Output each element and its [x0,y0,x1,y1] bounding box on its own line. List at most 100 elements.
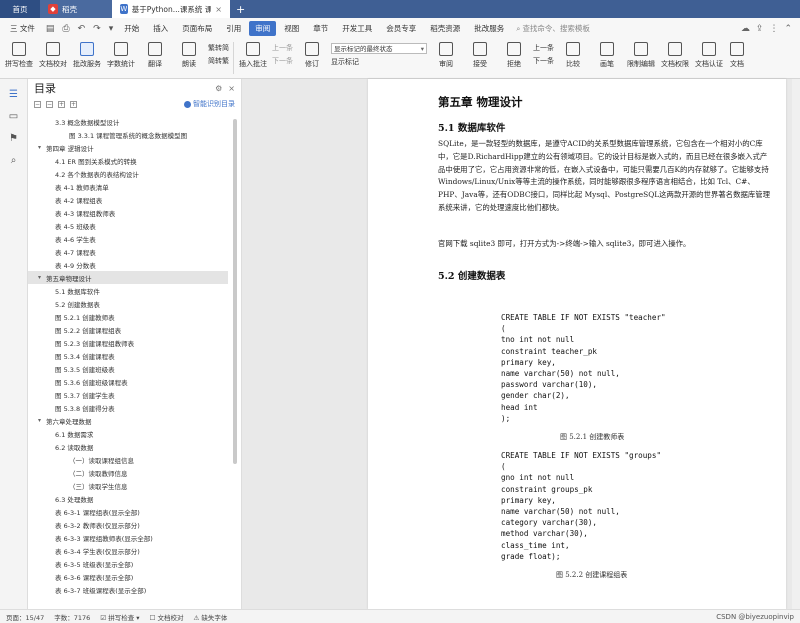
menu-section[interactable]: 章节 [307,21,334,36]
document-scrollbar[interactable] [792,79,800,609]
toc-item[interactable]: 6.2 读取数据 [28,440,228,453]
insert-comment-button[interactable]: 插入批注 [238,42,268,69]
tab-document[interactable]: W 基于Python...课系统 课程论文 × [112,0,230,18]
menu-reference[interactable]: 引用 [220,21,247,36]
toc-item[interactable]: 图 5.2.3 创建课程组教师表 [28,336,228,349]
chevron-down-icon[interactable]: ▾ [38,274,46,281]
toc-item[interactable]: 表 4-2 课程组表 [28,193,228,206]
promote-icon[interactable]: + [58,100,65,108]
menu-review[interactable]: 审阅 [249,21,277,36]
find-icon[interactable]: ⌕ [8,155,20,167]
file-menu[interactable]: 三 文件 [4,21,41,36]
new-tab-icon[interactable]: + [230,0,251,18]
spell-check-status[interactable]: ☑ 拼写检查 ▾ [100,612,139,622]
toc-item[interactable]: （二）读取教师信息 [28,466,228,479]
accept-button[interactable]: 接受 [465,42,495,69]
redo-icon[interactable]: ↷ [90,24,104,34]
document-permission-button[interactable]: 文档权限 [660,42,690,69]
toc-item[interactable]: 表 4-7 课程表 [28,245,228,258]
review-pane-button[interactable]: 审阅 [431,42,461,69]
toc-item[interactable]: （三）读取学生信息 [28,479,228,492]
toc-close-icon[interactable]: × [228,84,235,93]
translate-button[interactable]: 翻译 [140,42,170,69]
menu-correction[interactable]: 批改服务 [468,21,510,36]
toc-settings-icon[interactable]: ⚙ [215,84,222,93]
tab-home[interactable]: 首页 [0,0,40,18]
toc-item[interactable]: 表 6-3-7 班级课程表(显示全部) [28,583,228,596]
menu-developer[interactable]: 开发工具 [336,21,378,36]
spell-check-button[interactable]: 拼写检查 [4,42,34,69]
toc-item[interactable]: 图 5.2.1 创建教师表 [28,310,228,323]
toc-item[interactable]: 4.1 ER 图到关系模式的转换 [28,154,228,167]
toc-item[interactable]: 表 6-3-2 教师表(仅显示部分) [28,518,228,531]
document-certify-button[interactable]: 文档认证 [694,42,724,69]
simp-to-trad-button[interactable]: 简转繁 [208,56,229,66]
prev-comment-button[interactable]: 上一条 [272,43,293,53]
toc-item[interactable]: 图 5.3.7 创建学生表 [28,388,228,401]
page-indicator[interactable]: 页面：15/47 [6,612,44,622]
reject-button[interactable]: 拒绝 [499,42,529,69]
document-page[interactable]: 第五章 物理设计 5.1 数据库软件 SQLite，是一款轻型的数据库，是遵守A… [368,79,786,609]
toc-item[interactable]: 表 4-3 课程组教师表 [28,206,228,219]
toc-scrollbar[interactable] [233,119,237,464]
document-mark-button[interactable]: 文档 [728,42,746,69]
chevron-down-icon[interactable]: ▾ [38,417,46,424]
proofread-status[interactable]: ☐ 文档校对 [150,612,184,622]
toc-item[interactable]: 表 4-9 分数表 [28,258,228,271]
prev-change-button[interactable]: 上一条 [533,43,554,53]
command-search[interactable]: ⌕ 查找命令、搜索模板 [516,23,590,34]
collapse-ribbon-icon[interactable]: ⌃ [784,24,792,34]
print-icon[interactable]: ⎙ [59,24,72,34]
toc-panel-icon[interactable]: ☰ [8,89,20,101]
close-tab-icon[interactable]: × [215,5,222,14]
toc-item[interactable]: 表 4-5 班级表 [28,219,228,232]
chevron-down-icon[interactable]: ▾ [38,144,46,151]
compare-button[interactable]: 比较 [558,42,588,69]
word-count-status[interactable]: 字数：7176 [54,612,90,622]
toc-item[interactable]: ▾ 第四章 逻辑设计 [28,141,228,154]
menu-member[interactable]: 会员专享 [380,21,422,36]
menu-dots-icon[interactable]: ⋮ [769,24,778,34]
toc-item[interactable]: 图 5.3.6 创建班级课程表 [28,375,228,388]
toc-item[interactable]: 图 5.2.2 创建课程组表 [28,323,228,336]
toc-item[interactable]: 表 4-6 学生表 [28,232,228,245]
smart-toc-button[interactable]: 智能识别目录 [184,99,235,109]
more-icon[interactable]: ▾ [106,24,117,34]
share-icon[interactable]: ⇪ [756,24,764,34]
toc-item[interactable]: 5.2 创建数据表 [28,297,228,310]
track-changes-button[interactable]: 修订 [297,42,327,69]
cloud-icon[interactable]: ☁ [741,24,750,34]
expand-all-icon[interactable]: − [34,100,41,108]
toc-item[interactable]: 6.3 处理数据 [28,492,228,505]
word-count-button[interactable]: 字数统计 [106,42,136,69]
toc-item[interactable]: 图 5.3.8 创建得分表 [28,401,228,414]
bookmark-icon[interactable]: ⚑ [8,133,20,145]
toc-item[interactable]: 表 4-1 教师表清单 [28,180,228,193]
menu-docer-resources[interactable]: 稻壳资源 [424,21,466,36]
menu-home[interactable]: 开始 [118,21,145,36]
toc-item[interactable]: 5.1 数据库软件 [28,284,228,297]
restrict-editing-button[interactable]: 限制编辑 [626,42,656,69]
missing-font-status[interactable]: ⚠ 缺失字体 [193,612,227,622]
menu-insert[interactable]: 插入 [147,21,174,36]
toc-item[interactable]: 表 6-3-3 课程组教师表(显示全部) [28,531,228,544]
markup-state-dropdown[interactable]: 显示标记的最终状态 [331,43,427,54]
save-icon[interactable]: ▤ [43,24,58,34]
toc-item[interactable]: 表 6-3-1 课程组表(显示全部) [28,505,228,518]
undo-icon[interactable]: ↶ [75,24,89,34]
trad-to-simp-button[interactable]: 繁转简 [208,43,229,53]
toc-item[interactable]: 图 3.3.1 课程管理系统的概念数据模型图 [28,128,228,141]
menu-view[interactable]: 视图 [278,21,305,36]
next-comment-button[interactable]: 下一条 [272,56,293,66]
pages-icon[interactable]: ▭ [8,111,20,123]
toc-item[interactable]: 表 6-3-6 课程表(显示全部) [28,570,228,583]
toc-item[interactable]: （一）读取课程组信息 [28,453,228,466]
toc-item[interactable]: 6.1 数据需求 [28,427,228,440]
demote-icon[interactable]: + [70,100,77,108]
proofread-button[interactable]: 文档校对 [38,42,68,69]
correction-service-button[interactable]: 批改服务 [72,42,102,69]
toc-item[interactable]: 3.3 概念数据模型设计 [28,115,228,128]
toc-item[interactable]: ▾ 第六章处理数据 [28,414,228,427]
tab-docer[interactable]: ◆ 稻壳 [40,0,112,18]
toc-item[interactable]: 表 6-3-5 班级表(显示全部) [28,557,228,570]
